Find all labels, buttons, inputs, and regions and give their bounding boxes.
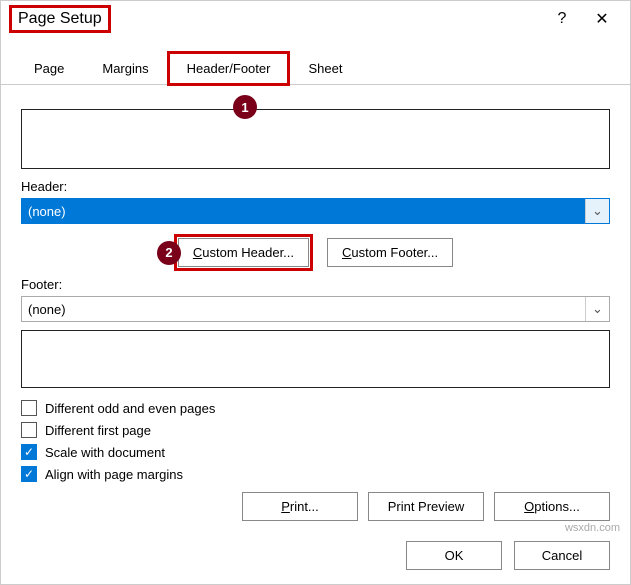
close-button[interactable]: ✕ [582, 5, 622, 33]
checkbox-checked-icon: ✓ [21, 444, 37, 460]
tab-strip: Page Margins Header/Footer Sheet [1, 45, 630, 85]
checkbox-icon [21, 422, 37, 438]
custom-footer-button[interactable]: Custom Footer... [327, 238, 453, 267]
help-button[interactable]: ? [542, 5, 582, 33]
tab-sheet[interactable]: Sheet [289, 52, 361, 85]
tab-content: 1 Header: (none) ⌄ 2 Custom Header... Cu… [1, 85, 630, 529]
tab-page[interactable]: Page [15, 52, 83, 85]
ok-button[interactable]: OK [406, 541, 502, 570]
print-button[interactable]: Print... [242, 492, 358, 521]
check-scale-with-document[interactable]: ✓ Scale with document [21, 444, 610, 460]
dialog-title: Page Setup [9, 5, 111, 33]
print-buttons-row: Print... Print Preview Options... [21, 492, 610, 521]
tab-header-footer[interactable]: Header/Footer [168, 52, 290, 85]
footer-select[interactable]: (none) ⌄ [21, 296, 610, 322]
watermark-text: wsxdn.com [565, 522, 620, 534]
chevron-down-icon: ⌄ [585, 199, 609, 223]
footer-label: Footer: [21, 277, 610, 292]
dialog-footer: OK Cancel [1, 529, 630, 584]
annotation-marker-1: 1 [233, 95, 257, 119]
custom-buttons-row: 2 Custom Header... Custom Footer... [21, 238, 610, 267]
checkbox-group: Different odd and even pages Different f… [21, 400, 610, 482]
annotation-marker-2: 2 [157, 241, 181, 265]
header-select-value: (none) [28, 204, 66, 219]
header-select[interactable]: (none) ⌄ [21, 198, 610, 224]
header-label: Header: [21, 179, 610, 194]
footer-select-value: (none) [28, 302, 66, 317]
check-align-with-margins[interactable]: ✓ Align with page margins [21, 466, 610, 482]
custom-header-button[interactable]: Custom Header... [178, 238, 309, 267]
print-preview-button[interactable]: Print Preview [368, 492, 484, 521]
checkbox-checked-icon: ✓ [21, 466, 37, 482]
page-setup-dialog: Page Setup ? ✕ Page Margins Header/Foote… [0, 0, 631, 585]
checkbox-icon [21, 400, 37, 416]
options-button[interactable]: Options... [494, 492, 610, 521]
titlebar: Page Setup ? ✕ [1, 1, 630, 37]
chevron-down-icon: ⌄ [585, 297, 609, 321]
check-different-first-page[interactable]: Different first page [21, 422, 610, 438]
cancel-button[interactable]: Cancel [514, 541, 610, 570]
footer-preview [21, 330, 610, 388]
tab-margins[interactable]: Margins [83, 52, 167, 85]
check-different-odd-even[interactable]: Different odd and even pages [21, 400, 610, 416]
